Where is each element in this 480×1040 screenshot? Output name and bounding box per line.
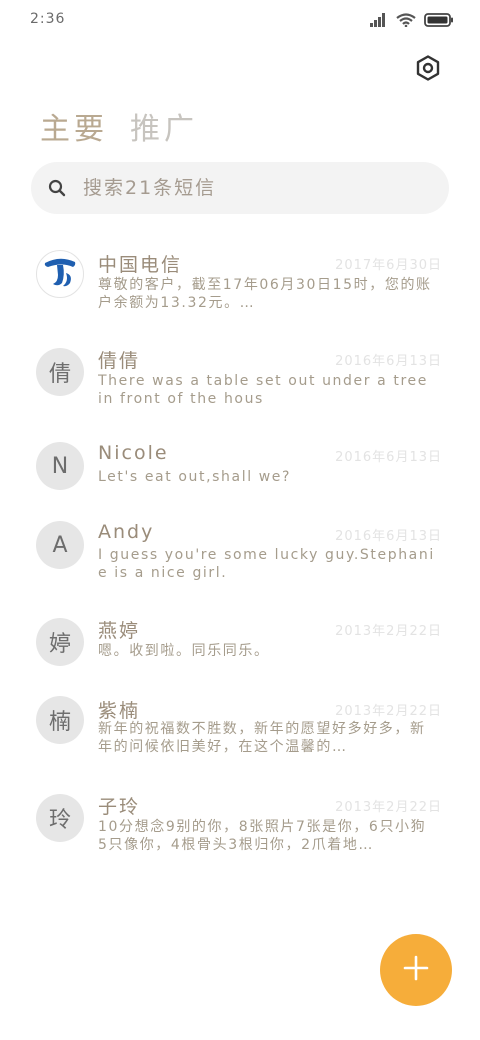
message-preview: 10分想念9别的你，8张照片7张是你，6只小狗5只像你，4根骨头3根归你，2爪着…	[98, 819, 427, 853]
message-date: 2016年6月13日	[335, 450, 442, 465]
message-date: 2013年2月22日	[335, 704, 442, 719]
wifi-icon	[396, 12, 416, 31]
message-date: 2016年6月13日	[335, 529, 442, 544]
avatar: A	[36, 521, 84, 569]
avatar: 玲	[36, 794, 84, 842]
message-date: 2016年6月13日	[335, 354, 442, 369]
avatar	[36, 250, 84, 298]
avatar: 婷	[36, 618, 84, 666]
message-preview: 新年的祝福数不胜数，新年的愿望好多好多，新年的问候依旧美好，在这个温馨的…	[98, 721, 426, 755]
sender-name: 子玲	[98, 796, 141, 818]
message-preview: 尊敬的客户，截至17年06月30日15时，您的账户余额为13.32元。…	[98, 277, 432, 311]
messages-screen: 2:36 主要 推广 搜索21条短信 中国电信 2017年6月30日 尊敬的客户…	[0, 0, 480, 1040]
status-bar: 2:36	[0, 0, 480, 40]
china-telecom-logo-icon	[40, 251, 80, 297]
message-item[interactable]: 倩 倩倩 2016年6月13日 There was a table set ou…	[0, 330, 480, 428]
message-preview: Let's eat out,shall we?	[98, 469, 292, 485]
message-preview: There was a table set out under a tree i…	[98, 373, 428, 407]
message-item[interactable]: 玲 子玲 2013年2月22日 10分想念9别的你，8张照片7张是你，6只小狗5…	[0, 786, 480, 884]
sender-name: 燕婷	[98, 620, 141, 642]
sender-name: 紫楠	[98, 700, 141, 722]
message-item[interactable]: A Andy 2016年6月13日 I guess you're some lu…	[0, 508, 480, 606]
message-preview: 嗯。收到啦。同乐同乐。	[98, 643, 270, 659]
avatar: 楠	[36, 696, 84, 744]
search-bar[interactable]	[31, 162, 449, 214]
message-date: 2017年6月30日	[335, 258, 442, 273]
battery-icon	[424, 12, 454, 31]
message-date: 2013年2月22日	[335, 800, 442, 815]
search-icon	[47, 178, 67, 198]
sender-name: Nicole	[98, 442, 169, 464]
status-time: 2:36	[30, 11, 66, 27]
message-item[interactable]: N Nicole 2016年6月13日 Let's eat out,shall …	[0, 428, 480, 508]
tab-primary-label: 主要	[40, 112, 108, 147]
signal-icon	[370, 12, 388, 31]
compose-button[interactable]	[380, 934, 452, 1006]
tab-bar: 主要 推广	[40, 104, 198, 152]
tab-primary[interactable]: 主要	[40, 104, 110, 152]
plus-icon	[402, 954, 430, 986]
message-date: 2013年2月22日	[335, 624, 442, 639]
message-preview: I guess you're some lucky guy.Stephanie …	[98, 547, 435, 581]
search-input[interactable]	[81, 176, 405, 200]
sender-name: Andy	[98, 521, 155, 543]
sender-name: 中国电信	[98, 254, 183, 276]
gear-icon	[415, 55, 441, 85]
tab-promotions[interactable]: 推广	[130, 104, 198, 148]
message-item[interactable]: 楠 紫楠 2013年2月22日 新年的祝福数不胜数，新年的愿望好多好多，新年的问…	[0, 688, 480, 786]
message-item[interactable]: 中国电信 2017年6月30日 尊敬的客户，截至17年06月30日15时，您的账…	[0, 232, 480, 330]
message-list: 中国电信 2017年6月30日 尊敬的客户，截至17年06月30日15时，您的账…	[0, 232, 480, 884]
tab-promotions-label: 推广	[130, 112, 198, 147]
settings-button[interactable]	[412, 54, 444, 86]
avatar: N	[36, 442, 84, 490]
sender-name: 倩倩	[98, 350, 141, 372]
message-item[interactable]: 婷 燕婷 2013年2月22日 嗯。收到啦。同乐同乐。	[0, 606, 480, 688]
status-icons	[370, 12, 454, 31]
avatar: 倩	[36, 348, 84, 396]
